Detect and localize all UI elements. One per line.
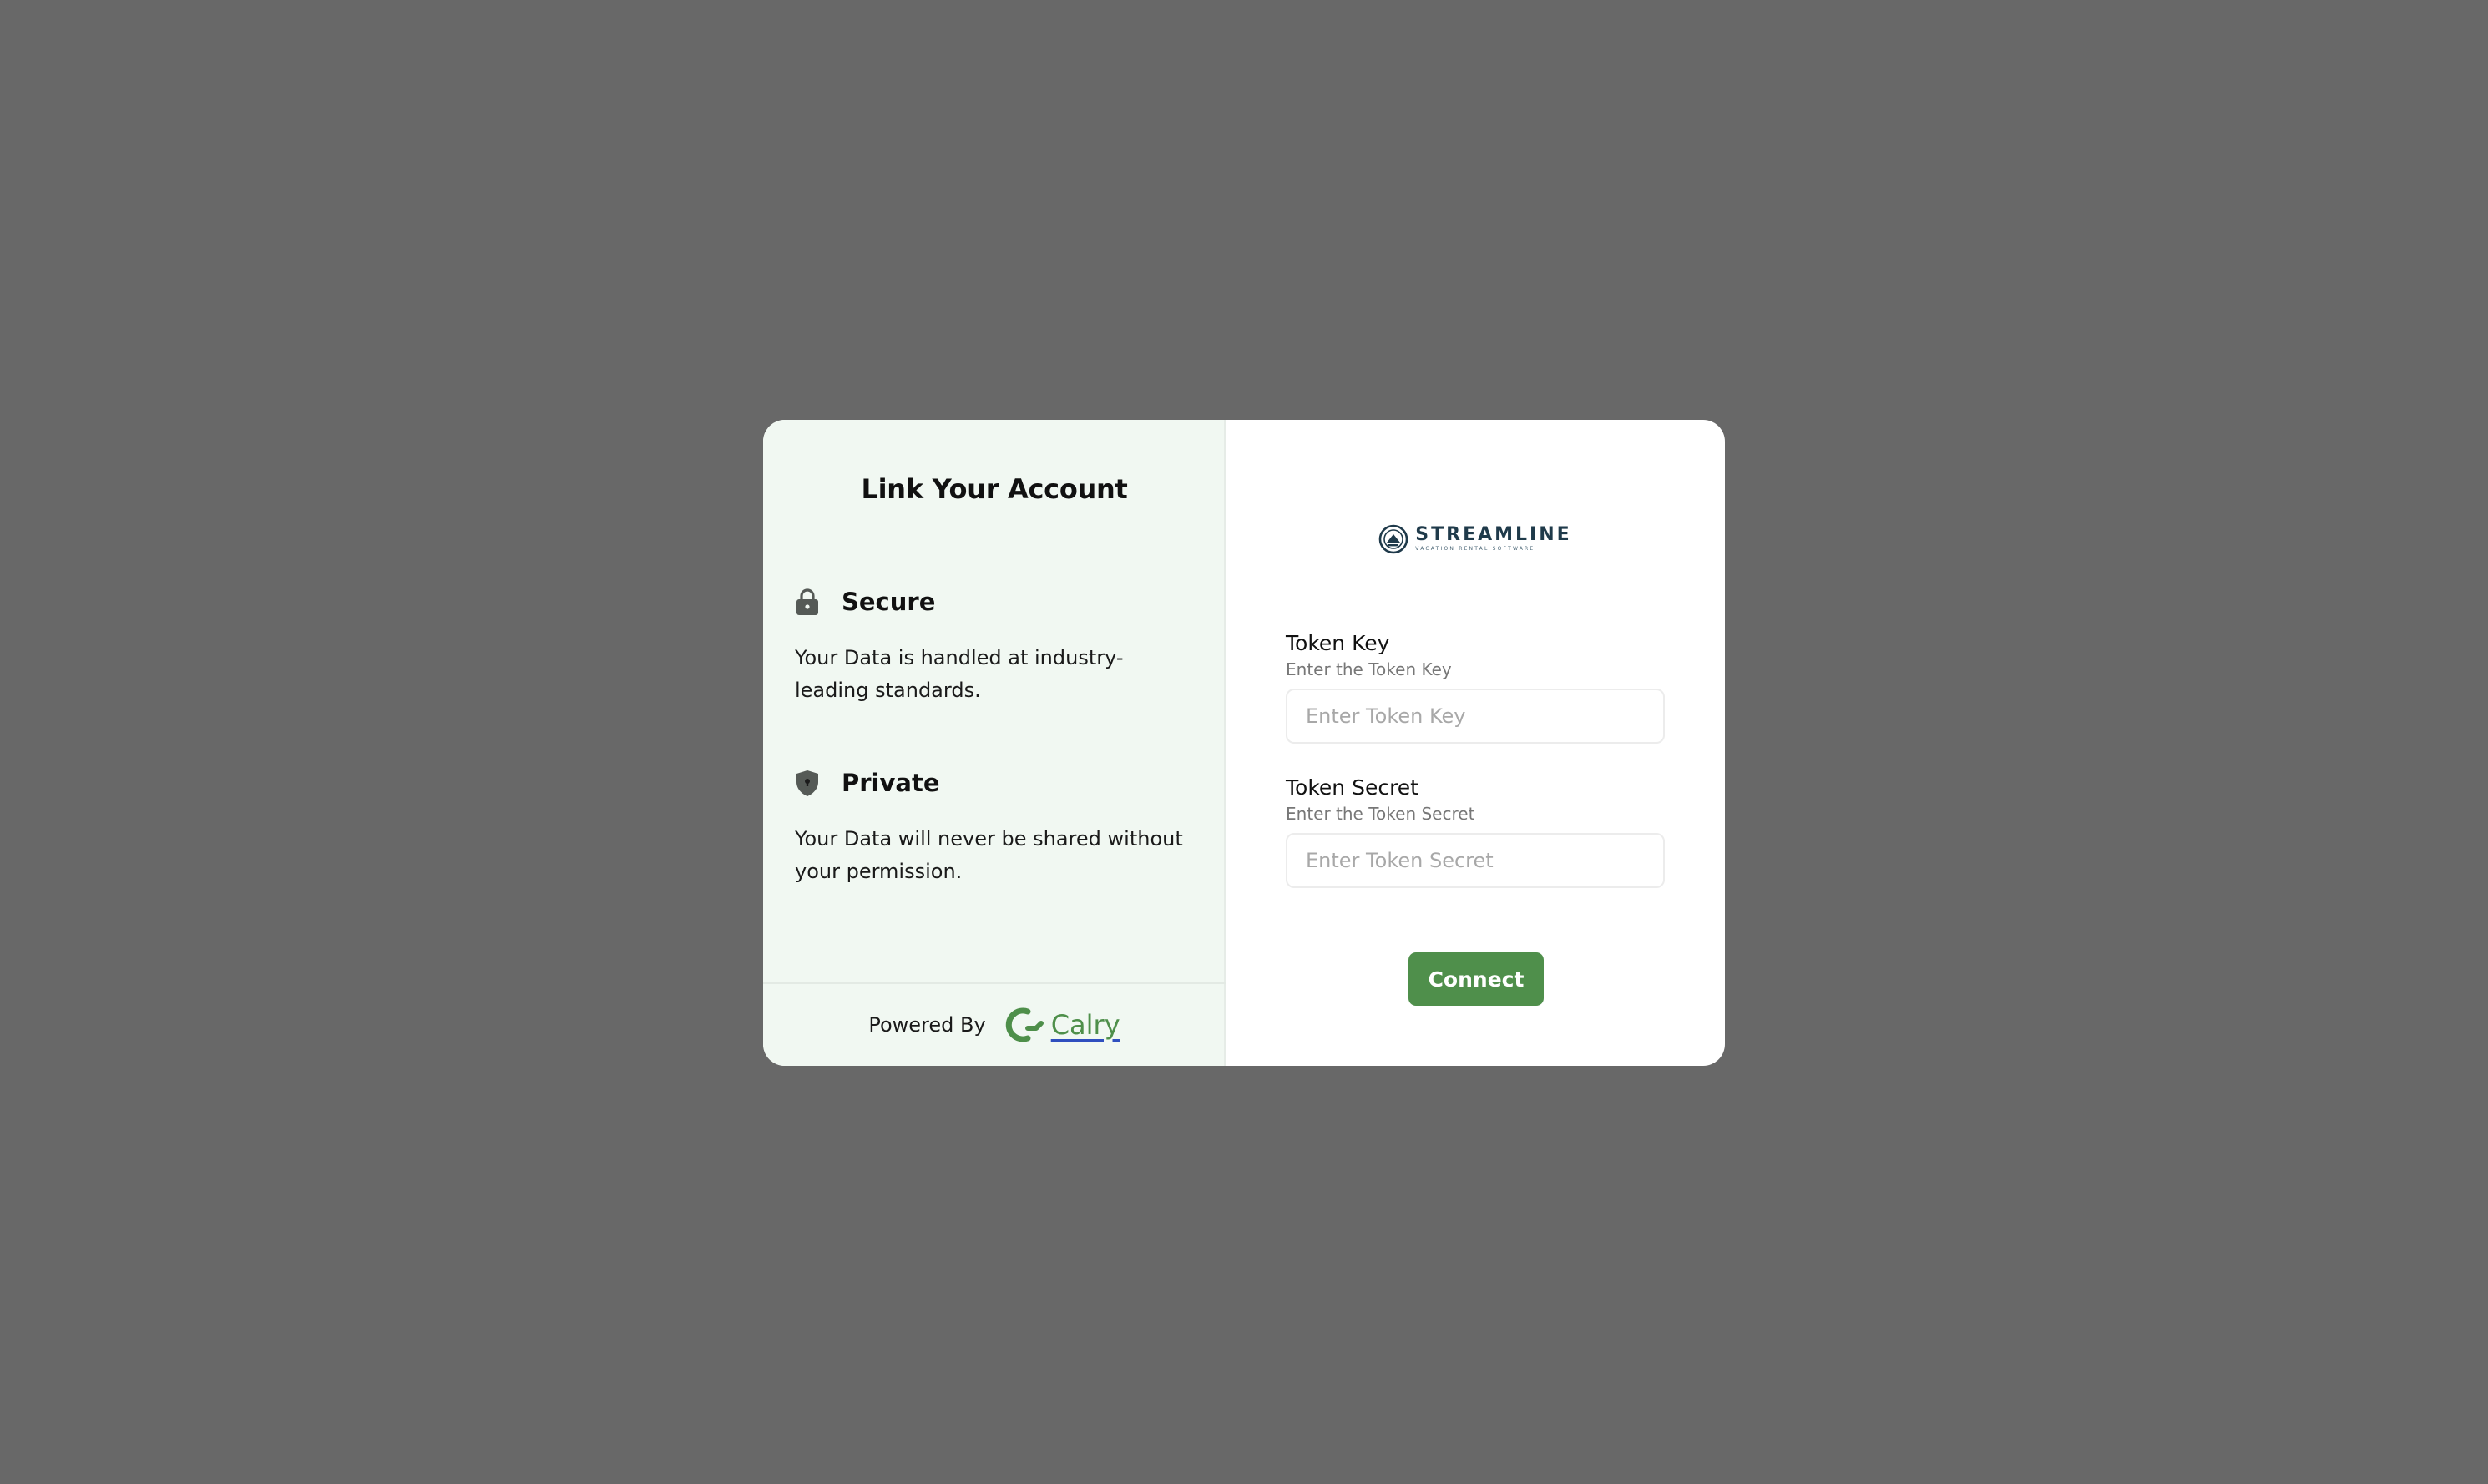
- token-secret-label: Token Secret: [1286, 775, 1418, 800]
- modal-title: Link Your Account: [861, 473, 1128, 505]
- streamline-emblem-icon: [1378, 524, 1408, 554]
- connect-button[interactable]: Connect: [1408, 952, 1544, 1006]
- calry-link[interactable]: Calry: [1051, 1009, 1120, 1041]
- streamline-tagline: VACATION RENTAL SOFTWARE: [1415, 546, 1535, 552]
- feature-title: Secure: [842, 588, 936, 616]
- link-account-modal: Link Your Account Secure Your Data is ha…: [763, 420, 1725, 1066]
- token-key-hint: Enter the Token Key: [1286, 659, 1452, 679]
- powered-by-footer: Powered By Calry: [763, 982, 1226, 1066]
- streamline-logo: STREAMLINE VACATION RENTAL SOFTWARE: [1226, 524, 1725, 554]
- token-secret-field: Token Secret Enter the Token Secret: [1286, 775, 1665, 888]
- credentials-panel: STREAMLINE VACATION RENTAL SOFTWARE Toke…: [1226, 420, 1725, 1066]
- lock-icon: [795, 587, 823, 617]
- token-key-label: Token Key: [1286, 631, 1390, 655]
- feature-description: Your Data will never be shared without y…: [795, 827, 1183, 883]
- token-secret-hint: Enter the Token Secret: [1286, 804, 1475, 824]
- token-key-field: Token Key Enter the Token Key: [1286, 630, 1665, 744]
- token-secret-input[interactable]: [1286, 833, 1665, 888]
- streamline-wordmark: STREAMLINE: [1415, 524, 1572, 545]
- feature-title: Private: [842, 769, 940, 797]
- calry-logo-icon: [1003, 1007, 1044, 1043]
- powered-by-label: Powered By: [868, 1013, 986, 1037]
- feature-description: Your Data is handled at industry-leading…: [795, 646, 1124, 702]
- feature-private: Private Your Data will never be shared w…: [795, 766, 1187, 888]
- info-panel: Link Your Account Secure Your Data is ha…: [763, 420, 1226, 1066]
- shield-icon: [795, 768, 823, 798]
- token-key-input[interactable]: [1286, 689, 1665, 744]
- feature-secure: Secure Your Data is handled at industry-…: [795, 585, 1187, 707]
